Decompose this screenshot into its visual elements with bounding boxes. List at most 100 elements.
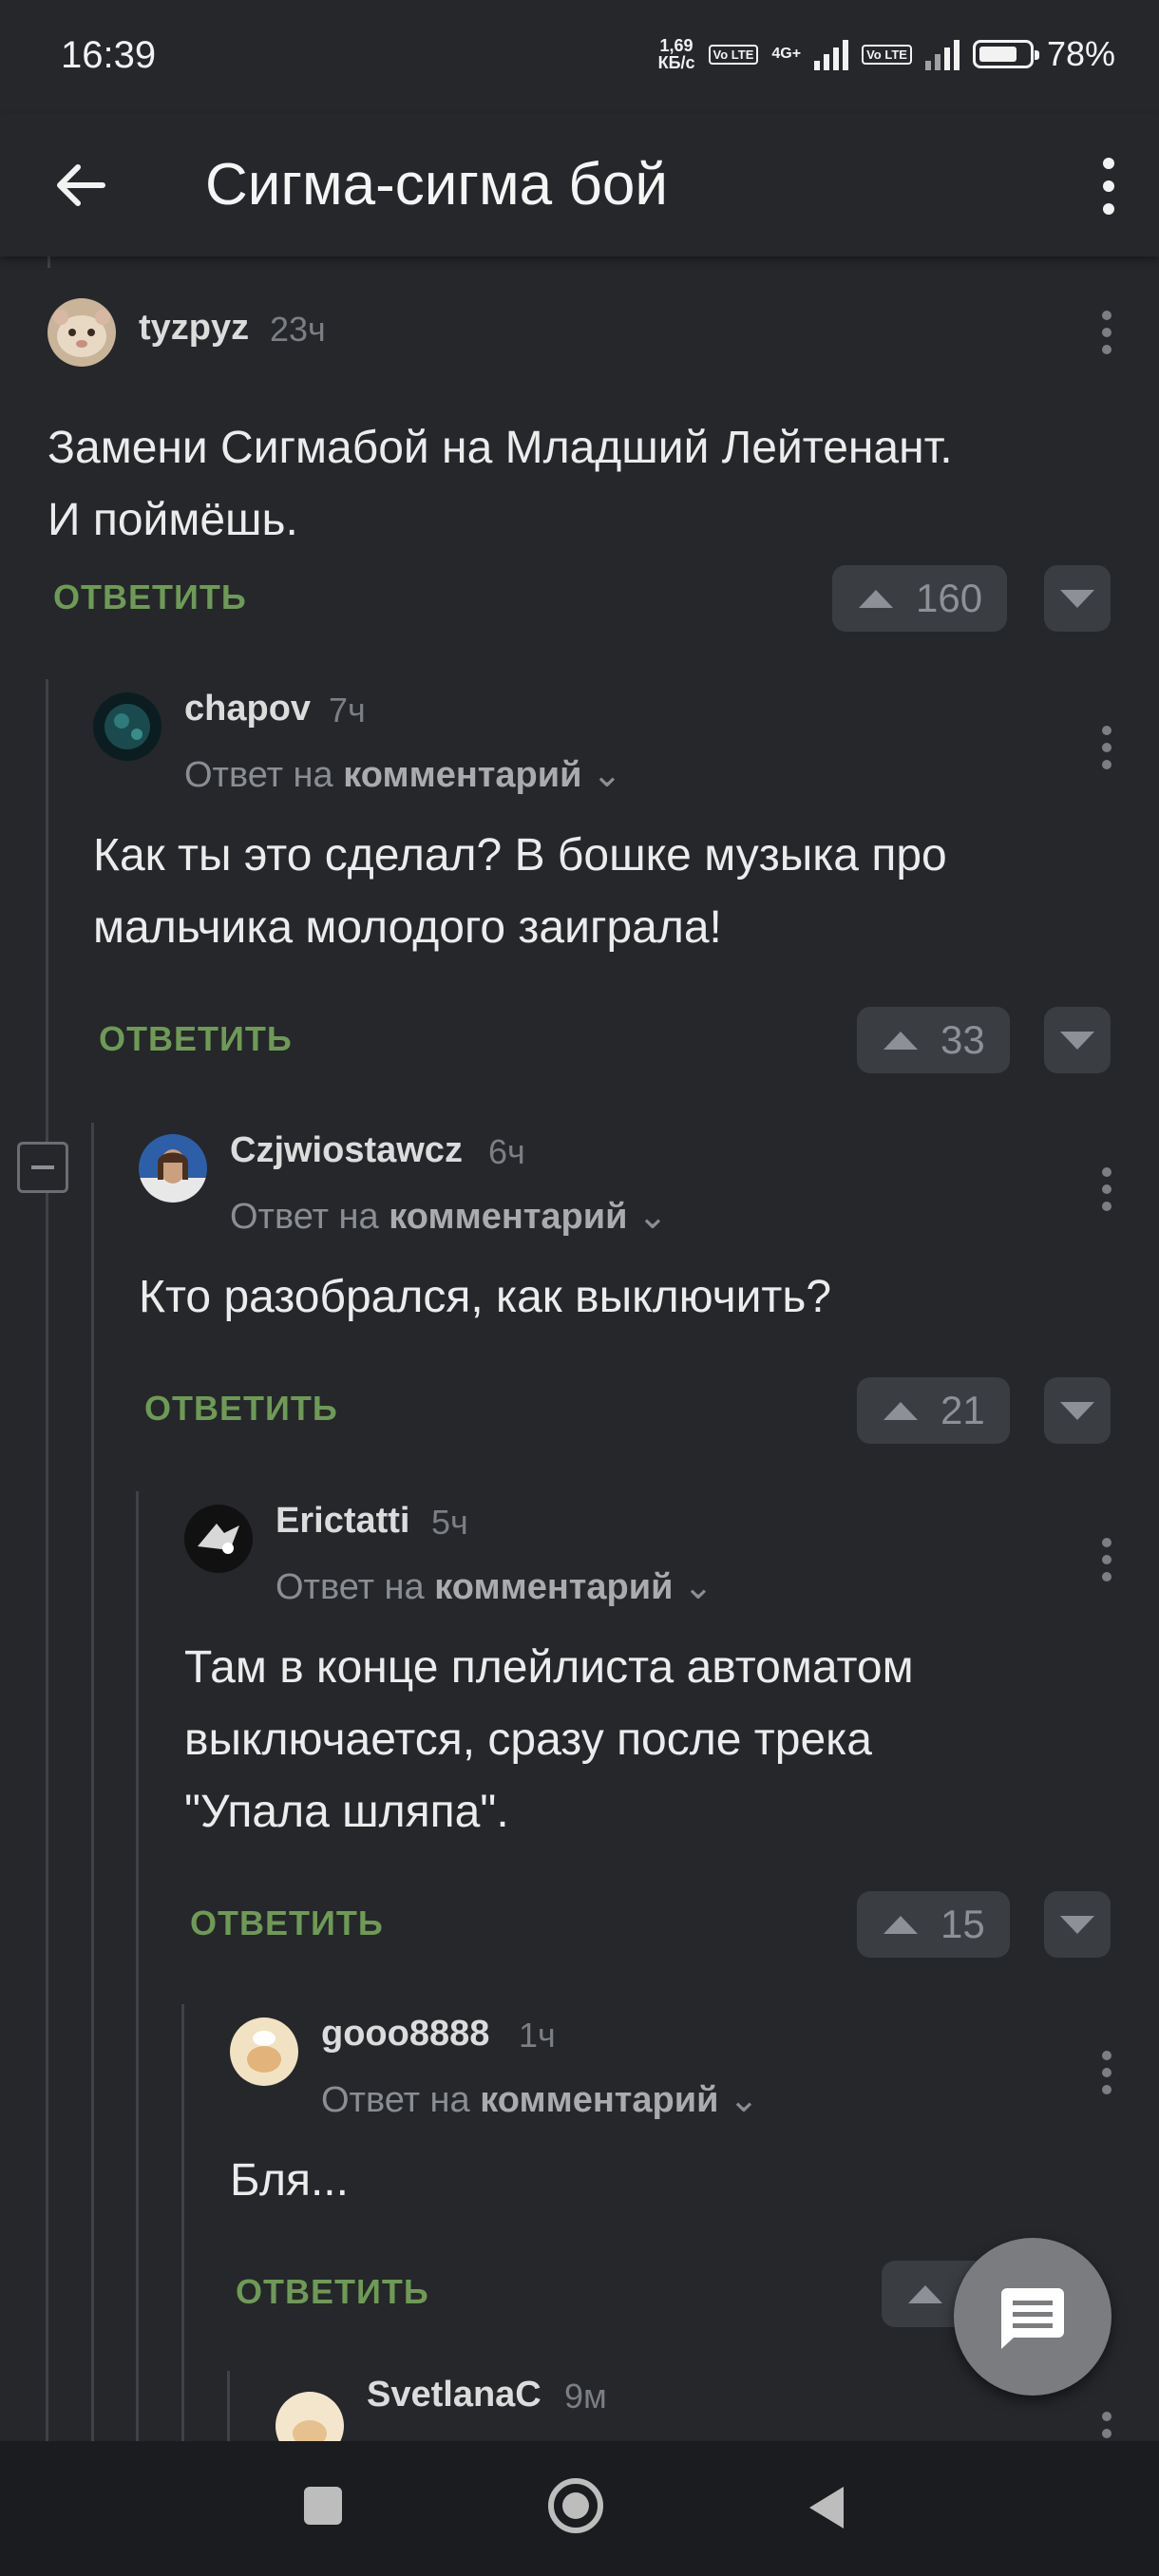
downvote-icon bbox=[1060, 590, 1094, 608]
comment-time: 6ч bbox=[488, 1132, 525, 1171]
thread-line bbox=[181, 2004, 184, 2441]
username[interactable]: tyzpyz bbox=[139, 308, 249, 349]
reply-to-target: комментарий bbox=[343, 755, 582, 795]
downvote-button[interactable] bbox=[1044, 1377, 1111, 1444]
downvote-icon bbox=[1060, 1402, 1094, 1420]
avatar[interactable] bbox=[48, 298, 116, 367]
upvote-icon bbox=[884, 1916, 918, 1934]
upvote-button[interactable]: 15 bbox=[857, 1891, 1010, 1958]
collapse-thread-button[interactable] bbox=[17, 1142, 68, 1193]
chevron-down-icon: ⌄ bbox=[592, 755, 622, 795]
signal-icon-2 bbox=[924, 38, 960, 70]
comment-icon bbox=[1001, 2288, 1064, 2349]
downvote-icon bbox=[1060, 1916, 1094, 1934]
comment-time: 5ч bbox=[431, 1503, 468, 1542]
downvote-button[interactable] bbox=[1044, 565, 1111, 632]
avatar[interactable] bbox=[139, 1134, 207, 1203]
avatar[interactable] bbox=[93, 692, 162, 761]
reply-to-link[interactable]: Ответ на комментарий ⌄ bbox=[276, 1565, 713, 1608]
comment-time: 23ч bbox=[270, 310, 326, 349]
username[interactable]: Erictatti bbox=[276, 1501, 409, 1542]
reply-to-link[interactable]: Ответ на комментарий ⌄ bbox=[230, 1195, 668, 1238]
upvote-button[interactable]: 21 bbox=[857, 1377, 1010, 1444]
upvote-button[interactable]: 33 bbox=[857, 1007, 1010, 1073]
chevron-down-icon: ⌄ bbox=[729, 2080, 759, 2120]
comment-text: Как ты это сделал? В бошке музыка про ма… bbox=[93, 830, 947, 953]
back-arrow-icon[interactable] bbox=[48, 152, 114, 218]
username[interactable]: chapov bbox=[184, 689, 311, 729]
status-icons: 1,69 КБ/с Vo LTE 4G+ Vo LTE 78% bbox=[658, 34, 1115, 74]
reply-to-prefix: Ответ на bbox=[230, 1197, 379, 1237]
comment-time: 1ч bbox=[519, 2016, 556, 2055]
comment-text: Замени Сигмабой на Младший Лейтенант. И … bbox=[48, 423, 953, 545]
battery-fill bbox=[978, 47, 1016, 62]
home-button[interactable] bbox=[545, 2475, 606, 2536]
upvote-icon bbox=[884, 1402, 918, 1420]
thread-line bbox=[227, 2371, 230, 2441]
status-bar: 16:39 1,69 КБ/с Vo LTE 4G+ Vo LTE 78% bbox=[0, 0, 1159, 114]
reply-button[interactable]: ОТВЕТИТЬ bbox=[53, 578, 247, 617]
username[interactable]: Czjwiostawcz bbox=[230, 1130, 463, 1171]
more-options-icon[interactable] bbox=[1092, 304, 1121, 361]
more-options-icon[interactable] bbox=[1092, 1161, 1121, 1218]
more-options-icon[interactable] bbox=[1092, 2044, 1121, 2101]
vote-count: 21 bbox=[940, 1388, 985, 1432]
downvote-button[interactable] bbox=[1044, 1007, 1111, 1073]
vote-count: 15 bbox=[940, 1902, 985, 1946]
network-type: 4G+ bbox=[771, 46, 802, 62]
thread-line bbox=[136, 1491, 139, 2441]
user-avatar-icon bbox=[93, 692, 162, 761]
downvote-icon bbox=[1060, 1032, 1094, 1050]
avatar[interactable] bbox=[276, 2392, 344, 2441]
user-avatar-icon bbox=[230, 2017, 298, 2086]
reply-button[interactable]: ОТВЕТИТЬ bbox=[99, 1019, 293, 1059]
reply-to-target: комментарий bbox=[434, 1567, 674, 1607]
reply-button[interactable]: ОТВЕТИТЬ bbox=[236, 2272, 429, 2312]
reply-to-link[interactable]: Ответ на комментарий ⌄ bbox=[184, 753, 622, 796]
chevron-down-icon: ⌄ bbox=[683, 1567, 713, 1607]
more-options-icon[interactable] bbox=[1092, 719, 1121, 776]
battery-icon bbox=[972, 40, 1039, 68]
user-avatar-icon bbox=[139, 1134, 207, 1203]
recents-button[interactable] bbox=[304, 2487, 342, 2525]
network-speed: 1,69 КБ/с bbox=[658, 37, 695, 71]
reply-to-target: комментарий bbox=[389, 1197, 628, 1237]
page-title: Сигма-сигма бой bbox=[205, 152, 668, 218]
system-back-button[interactable] bbox=[800, 2479, 857, 2536]
network-speed-unit: КБ/с bbox=[657, 53, 695, 72]
app-bar: Сигма-сигма бой bbox=[0, 114, 1159, 256]
chevron-down-icon: ⌄ bbox=[637, 1197, 668, 1237]
more-options-icon[interactable] bbox=[1085, 148, 1132, 224]
avatar[interactable] bbox=[230, 2017, 298, 2086]
upvote-button[interactable]: 160 bbox=[832, 565, 1008, 632]
username[interactable]: SvetlanaC bbox=[367, 2375, 542, 2415]
reply-to-target: комментарий bbox=[480, 2080, 719, 2120]
thread-line bbox=[46, 679, 48, 2441]
comment-text: Бля... bbox=[230, 2155, 349, 2206]
network-speed-value: 1,69 bbox=[659, 36, 694, 55]
comment-text: Там в конце плейлиста автоматом выключае… bbox=[184, 1642, 914, 1837]
vote-count: 160 bbox=[916, 576, 983, 620]
avatar[interactable] bbox=[184, 1505, 253, 1573]
add-comment-button[interactable] bbox=[954, 2238, 1112, 2396]
reply-to-prefix: Ответ на bbox=[184, 755, 333, 795]
upvote-icon bbox=[884, 1032, 918, 1050]
status-time: 16:39 bbox=[61, 34, 157, 76]
upvote-icon bbox=[859, 590, 893, 608]
downvote-button[interactable] bbox=[1044, 1891, 1111, 1958]
more-options-icon[interactable] bbox=[1092, 1531, 1121, 1588]
more-options-icon[interactable] bbox=[1092, 2405, 1121, 2441]
username[interactable]: gooo8888 bbox=[321, 2014, 489, 2055]
reply-button[interactable]: ОТВЕТИТЬ bbox=[144, 1389, 338, 1429]
comment-text: Кто разобрался, как выключить? bbox=[139, 1272, 832, 1322]
user-avatar-icon bbox=[276, 2392, 344, 2441]
user-avatar-icon bbox=[184, 1505, 253, 1573]
thread-line bbox=[91, 1123, 94, 2441]
comments-list: tyzpyz 23ч Замени Сигмабой на Младший Ле… bbox=[0, 256, 1159, 2441]
volte-icon-2: Vo LTE bbox=[862, 44, 912, 65]
upvote-icon bbox=[908, 2285, 942, 2303]
reply-to-link[interactable]: Ответ на комментарий ⌄ bbox=[321, 2078, 759, 2121]
vote-count: 33 bbox=[940, 1017, 985, 1062]
reply-button[interactable]: ОТВЕТИТЬ bbox=[190, 1904, 384, 1943]
hamster-avatar-icon bbox=[48, 298, 116, 367]
